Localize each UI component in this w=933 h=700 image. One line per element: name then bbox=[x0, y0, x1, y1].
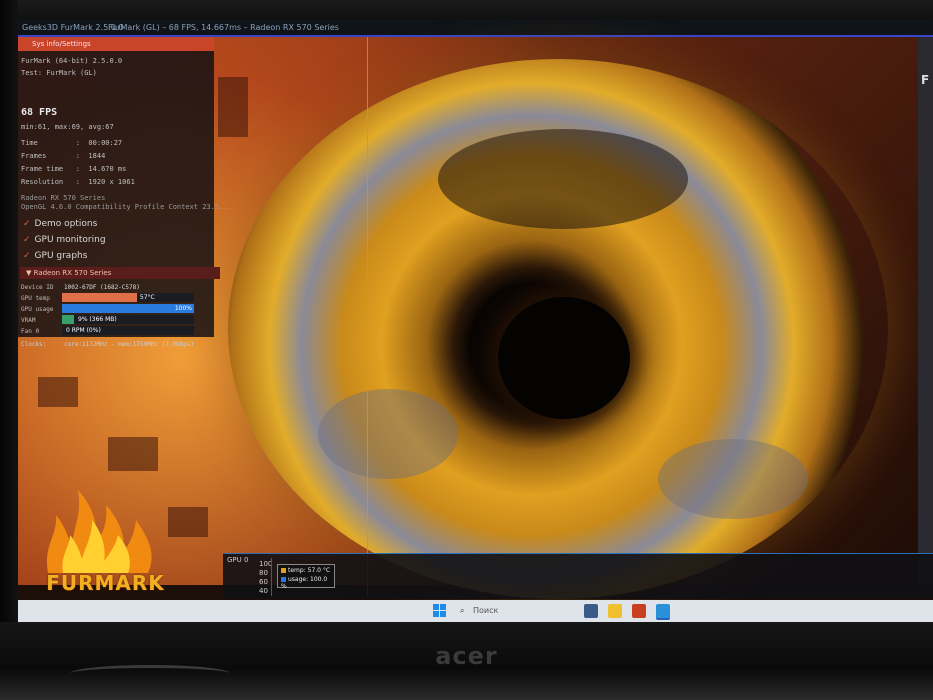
gpu-temp-label: GPU temp bbox=[21, 295, 50, 302]
furmark-taskbar-icon[interactable] bbox=[632, 604, 646, 618]
floor-tile bbox=[108, 437, 158, 471]
gpu-temp-fill bbox=[62, 293, 138, 302]
window-title-right: FurMark (GL) – 68 FPS, 14.667ms – Radeon… bbox=[108, 23, 339, 32]
temp-swatch bbox=[281, 568, 286, 573]
usage-swatch bbox=[281, 577, 286, 582]
axis-tick: 40 bbox=[259, 587, 268, 595]
clocks-value: core:1172MHz - mem:1750MHz (7.0Gbps) bbox=[64, 341, 195, 348]
time-line: Time : 00:00:27 bbox=[21, 139, 123, 147]
frame-time-line: Frame time : 14.670 ms bbox=[21, 165, 127, 173]
search-placeholder: Поиск bbox=[473, 606, 499, 615]
gpu-usage-value: 100% bbox=[174, 305, 192, 312]
legend-temp: temp: 57.0 °C bbox=[281, 567, 330, 574]
legend-usage: usage: 100.0 % bbox=[281, 576, 334, 590]
opengl-line: OpenGL 4.6.0 Compatibility Profile Conte… bbox=[21, 203, 232, 211]
info-panel-header[interactable]: Sys info/Settings bbox=[18, 37, 214, 51]
gpu-graph-plot bbox=[271, 558, 932, 596]
gpu-graph-title: GPU 0 bbox=[227, 556, 249, 564]
floor-tile bbox=[168, 507, 208, 537]
fur-dark-patch bbox=[438, 129, 688, 229]
checkmark-icon: ✓ bbox=[23, 235, 31, 245]
graph-divider-line bbox=[367, 37, 368, 597]
gpu-graphs-toggle[interactable]: ✓ GPU graphs bbox=[23, 251, 87, 261]
fan-bar: 0 RPM (0%) bbox=[62, 326, 194, 335]
test-line: Test: FurMark (GL) bbox=[21, 69, 97, 77]
cable bbox=[70, 665, 230, 682]
donut-hole bbox=[498, 297, 630, 419]
monitor-bezel-bottom: acer bbox=[0, 622, 933, 700]
monitor-bezel-left bbox=[0, 0, 18, 700]
clocks-label: Clocks: bbox=[21, 341, 47, 348]
device-id-label: Device ID bbox=[21, 284, 54, 291]
search-icon: ⌕ bbox=[460, 606, 465, 615]
demo-options-label: Demo options bbox=[34, 219, 98, 229]
device-id-value: 1002-67DF (1682-C578) bbox=[64, 284, 140, 291]
fur-grey-patch bbox=[658, 439, 808, 519]
flame-icon bbox=[46, 490, 152, 573]
taskbar-search[interactable]: ⌕ Поиск bbox=[460, 604, 564, 618]
right-overlay-strip: F bbox=[918, 37, 933, 585]
gpu-temp-bar: 57°C bbox=[62, 293, 194, 302]
gpu-monitoring-toggle[interactable]: ✓ GPU monitoring bbox=[23, 235, 106, 245]
fan-label: Fan 0 bbox=[21, 328, 40, 335]
active-app-icon[interactable] bbox=[656, 604, 670, 620]
checkmark-icon: ✓ bbox=[23, 251, 31, 261]
frames-line: Frames : 1844 bbox=[21, 152, 106, 160]
windows-taskbar: ⌕ Поиск bbox=[18, 600, 933, 622]
legend-usage-text: usage: 100.0 % bbox=[281, 576, 328, 590]
version-line: FurMark (64-bit) 2.5.0.0 bbox=[21, 57, 123, 65]
gpu-section-header[interactable]: ▼ Radeon RX 570 Series bbox=[20, 267, 220, 279]
vram-bar: 9% (366 MB) bbox=[62, 315, 194, 324]
demo-options-toggle[interactable]: ✓ Demo options bbox=[23, 219, 97, 229]
gpu-graph-panel: GPU 0 100 80 60 40 temp: 57.0 °C usage: … bbox=[223, 553, 933, 599]
gpu-usage-bar: 100% bbox=[62, 304, 194, 313]
vram-fill bbox=[62, 315, 74, 324]
fur-grey-patch bbox=[318, 389, 458, 479]
fps-value: 68 FPS bbox=[21, 107, 58, 118]
file-explorer-icon[interactable] bbox=[608, 604, 622, 618]
renderer-line: Radeon RX 570 Series bbox=[21, 194, 106, 202]
floor-tile bbox=[38, 377, 78, 407]
window-titlebar[interactable]: Geeks3D FurMark 2.5.0.0 FurMark (GL) – 6… bbox=[18, 20, 933, 37]
info-panel: Sys info/Settings FurMark (64-bit) 2.5.0… bbox=[18, 37, 232, 337]
monitor-screen: Geeks3D FurMark 2.5.0.0 FurMark (GL) – 6… bbox=[18, 20, 933, 622]
task-view-icon[interactable] bbox=[584, 604, 598, 618]
windows-start-icon[interactable] bbox=[433, 604, 447, 618]
gpu-monitoring-label: GPU monitoring bbox=[34, 235, 106, 245]
fps-minmax: min:61, max:69, avg:67 bbox=[21, 123, 114, 131]
fur-donut-object bbox=[228, 59, 888, 599]
right-overlay-letter: F bbox=[921, 73, 930, 87]
resolution-line: Resolution : 1920 x 1061 bbox=[21, 178, 135, 186]
legend-temp-text: temp: 57.0 °C bbox=[288, 567, 331, 574]
floor-tile bbox=[218, 77, 248, 137]
furmark-logo-text: FURMARK bbox=[46, 571, 165, 595]
fan-value: 0 RPM (0%) bbox=[66, 327, 101, 334]
gpu-usage-label: GPU usage bbox=[21, 306, 54, 313]
axis-tick: 80 bbox=[259, 569, 268, 577]
checkmark-icon: ✓ bbox=[23, 219, 31, 229]
gpu-graphs-label: GPU graphs bbox=[34, 251, 88, 261]
vram-value: 9% (366 MB) bbox=[78, 316, 117, 323]
gpu-temp-value: 57°C bbox=[139, 294, 155, 301]
furmark-logo: FURMARK bbox=[38, 475, 173, 595]
gpu-graph-legend: temp: 57.0 °C usage: 100.0 % bbox=[277, 564, 335, 590]
gpu-name: Radeon RX 570 Series bbox=[33, 269, 112, 277]
axis-tick: 60 bbox=[259, 578, 268, 586]
vram-label: VRAM bbox=[21, 317, 36, 324]
